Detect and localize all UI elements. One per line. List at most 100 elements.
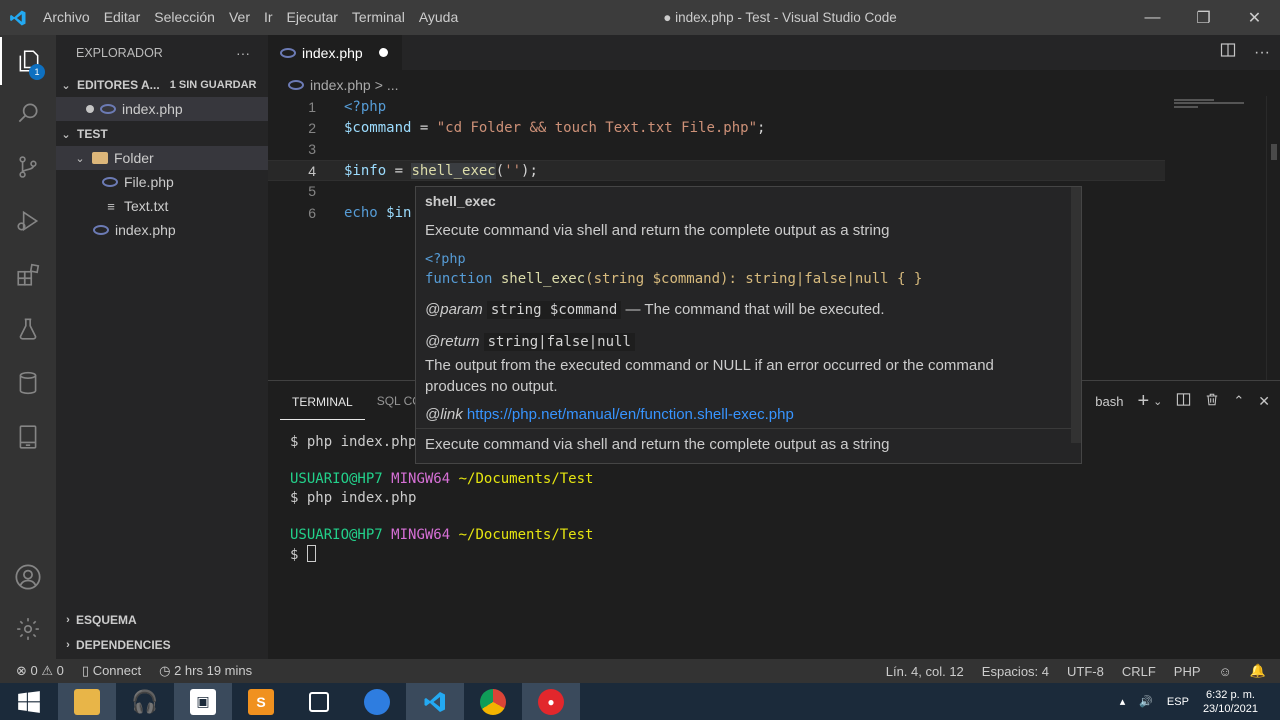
breadcrumb-separator: > <box>374 77 383 93</box>
taskbar-file-explorer[interactable] <box>58 683 116 720</box>
menu-ayuda[interactable]: Ayuda <box>412 0 465 35</box>
taskbar-firefox[interactable] <box>348 683 406 720</box>
php-file-icon <box>102 177 118 187</box>
menu-seleccion[interactable]: Selección <box>147 0 222 35</box>
error-icon: ⊗ <box>16 663 27 678</box>
language-mode[interactable]: PHP <box>1174 664 1201 679</box>
menu-terminal[interactable]: Terminal <box>345 0 412 35</box>
text-file-icon: ≡ <box>107 198 115 214</box>
database-icon: ▯ <box>81 663 90 678</box>
project-section[interactable]: ⌄ TEST <box>56 122 268 146</box>
tab-index-php[interactable]: index.php <box>268 35 402 70</box>
close-icon[interactable]: ✕ <box>1229 0 1280 35</box>
problems-indicator[interactable]: ⊗ 0 ⚠ 0 <box>16 663 64 679</box>
explorer-header: EXPLORADOR ··· <box>56 35 268 70</box>
more-actions-icon[interactable]: ··· <box>236 45 250 61</box>
explorer-sidebar: EXPLORADOR ··· ⌄ EDITORES A... 1 SIN GUA… <box>56 35 268 659</box>
firefox-icon <box>364 688 390 715</box>
search-icon[interactable] <box>0 89 56 137</box>
encoding[interactable]: UTF-8 <box>1067 664 1104 679</box>
unsaved-dot-icon[interactable] <box>379 48 388 57</box>
open-editors-section[interactable]: ⌄ EDITORES A... 1 SIN GUARDAR <box>56 73 268 97</box>
tray-chevron-up-icon[interactable]: ▴ <box>1120 695 1126 708</box>
scrollbar-thumb[interactable] <box>1271 144 1277 160</box>
menu-ir[interactable]: Ir <box>257 0 280 35</box>
testing-icon[interactable] <box>0 305 56 353</box>
end-of-line[interactable]: CRLF <box>1122 664 1156 679</box>
more-actions-icon[interactable]: ··· <box>1254 44 1270 62</box>
volume-icon[interactable]: 🔊 <box>1139 695 1153 708</box>
status-bar: ⊗ 0 ⚠ 0 ▯ Connect ◷ 2 hrs 19 mins Lín. 4… <box>0 659 1280 683</box>
minimize-icon[interactable]: — <box>1127 0 1178 35</box>
code-function[interactable]: shell_exec <box>411 163 496 179</box>
menu-ver[interactable]: Ver <box>222 0 257 35</box>
editor-scrollbar[interactable] <box>1266 96 1280 380</box>
extensions-icon[interactable] <box>0 251 56 299</box>
hover-signature: function shell_exec(string $command): st… <box>425 271 922 287</box>
tab-terminal[interactable]: TERMINAL <box>280 382 365 420</box>
breadcrumb-file[interactable]: index.php <box>310 77 371 93</box>
folder-item[interactable]: ⌄ Folder <box>56 146 268 170</box>
terminal-input-line[interactable]: $ <box>290 545 316 565</box>
file-name: File.php <box>124 174 174 190</box>
explorer-icon[interactable]: 1 <box>0 37 56 85</box>
time-tracker[interactable]: ◷ 2 hrs 19 mins <box>159 663 252 679</box>
new-terminal-icon[interactable]: + <box>1137 390 1149 413</box>
code-keyword: echo <box>344 205 378 221</box>
menu-ejecutar[interactable]: Ejecutar <box>280 0 345 35</box>
menu-archivo[interactable]: Archivo <box>36 0 97 35</box>
indentation[interactable]: Espacios: 4 <box>982 664 1049 679</box>
chevron-down-icon: ⌄ <box>61 128 71 141</box>
notifications-bell-icon[interactable]: 🔔 <box>1250 663 1266 679</box>
trash-icon[interactable] <box>1205 392 1219 410</box>
taskbar-vscode[interactable] <box>406 683 464 720</box>
file-item-file-php[interactable]: File.php <box>56 170 268 194</box>
windows-taskbar: 🎧 ▣ S ● ▴ 🔊 ESP 6:32 p. m. 23/10/2021 <box>0 683 1280 720</box>
chevron-down-icon: ⌄ <box>61 79 71 92</box>
cursor-position[interactable]: Lín. 4, col. 12 <box>886 664 964 679</box>
split-editor-icon[interactable] <box>1220 42 1236 63</box>
chevron-down-icon[interactable]: ⌄ <box>1153 395 1162 408</box>
split-terminal-icon[interactable] <box>1176 392 1191 410</box>
clock[interactable]: 6:32 p. m. 23/10/2021 <box>1203 688 1258 716</box>
file-item-index-php[interactable]: index.php <box>56 218 268 242</box>
terminal-env: MINGW64 <box>391 527 451 543</box>
taskbar-window-app[interactable] <box>290 683 348 720</box>
start-button[interactable] <box>0 683 58 720</box>
taskbar-app[interactable]: ▣ <box>174 683 232 720</box>
restore-icon[interactable]: ❐ <box>1178 0 1229 35</box>
connect-button[interactable]: ▯ Connect <box>82 663 141 679</box>
file-item-text-txt[interactable]: ≡ Text.txt <box>56 194 268 218</box>
terminal-shell-name[interactable]: bash <box>1095 394 1123 409</box>
taskbar-headphones-app[interactable]: 🎧 <box>116 683 174 720</box>
input-language[interactable]: ESP <box>1167 696 1189 708</box>
outline-section[interactable]: › ESQUEMA <box>56 608 268 632</box>
taskbar-recorder[interactable]: ● <box>522 683 580 720</box>
modified-dot-icon[interactable] <box>86 105 94 113</box>
remote-explorer-icon[interactable] <box>0 413 56 461</box>
code-operator: = <box>411 120 437 136</box>
terminal-path: ~/Documents/Test <box>458 527 594 543</box>
run-debug-icon[interactable] <box>0 197 56 245</box>
dependencies-section[interactable]: › DEPENDENCIES <box>56 633 268 657</box>
maximize-panel-icon[interactable]: ⌃ <box>1233 393 1244 409</box>
chevron-right-icon: › <box>66 614 70 626</box>
hover-title: shell_exec <box>425 193 496 209</box>
feedback-icon[interactable]: ☺ <box>1219 664 1232 679</box>
settings-gear-icon[interactable] <box>0 605 56 653</box>
editor-actions: ··· <box>1220 35 1270 70</box>
close-panel-icon[interactable]: ✕ <box>1258 393 1270 410</box>
minimap[interactable] <box>1170 96 1266 116</box>
line-number: 6 <box>308 205 316 221</box>
source-control-icon[interactable] <box>0 143 56 191</box>
database-icon[interactable] <box>0 359 56 407</box>
open-editor-item[interactable]: index.php <box>56 97 268 121</box>
hover-scrollbar[interactable] <box>1071 187 1081 443</box>
taskbar-chrome[interactable] <box>464 683 522 720</box>
breadcrumb-rest[interactable]: ... <box>387 77 399 93</box>
taskbar-sublime[interactable]: S <box>232 683 290 720</box>
folder-icon <box>92 152 108 164</box>
account-icon[interactable] <box>0 553 56 601</box>
menu-editar[interactable]: Editar <box>97 0 148 35</box>
documentation-link[interactable]: https://php.net/manual/en/function.shell… <box>467 406 794 423</box>
